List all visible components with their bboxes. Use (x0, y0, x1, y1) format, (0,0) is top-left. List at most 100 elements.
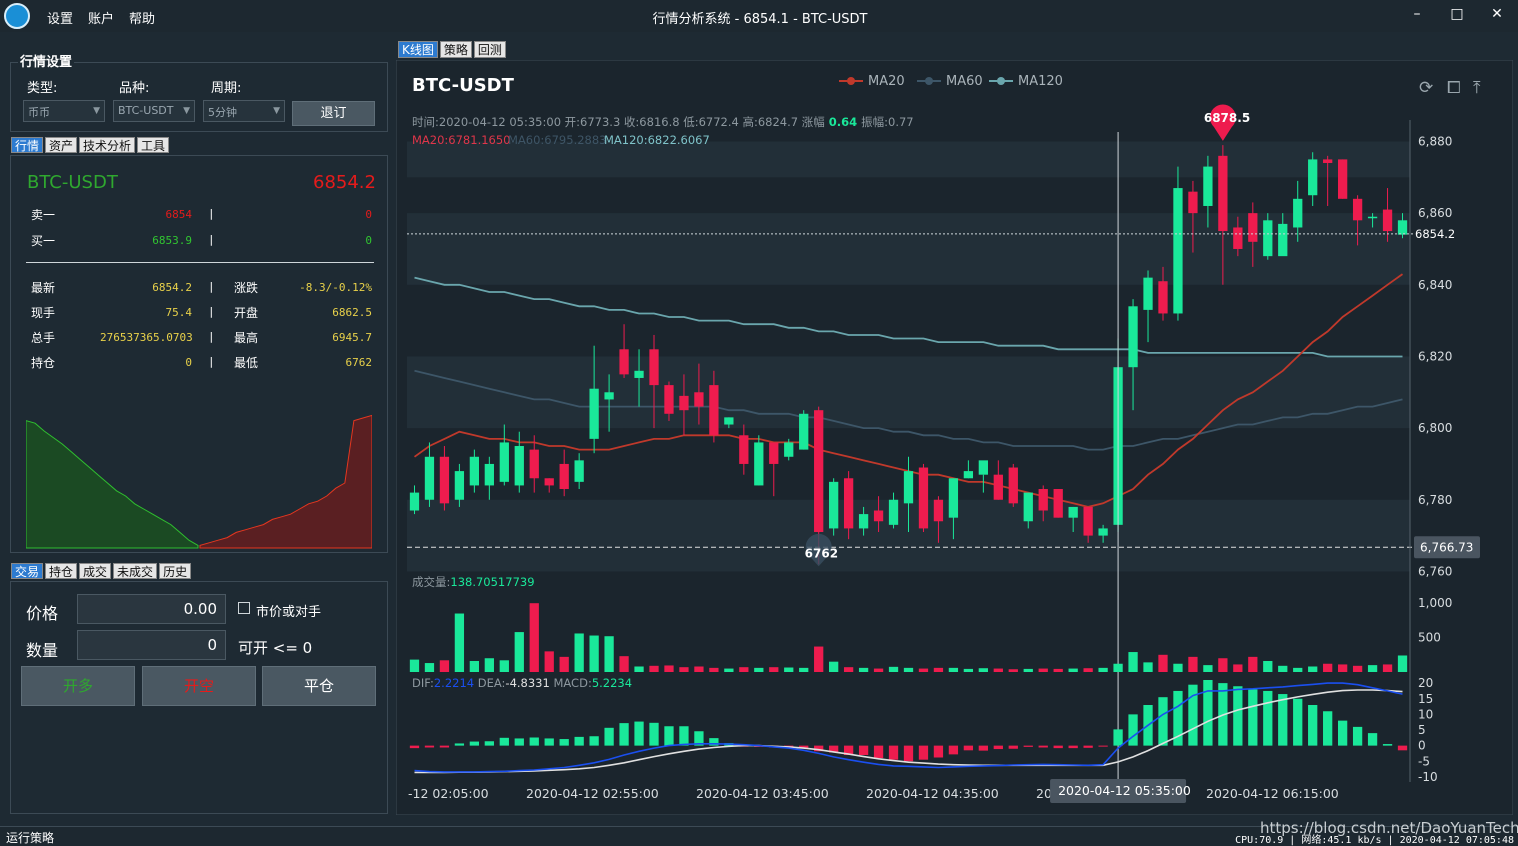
candle-body (694, 392, 704, 407)
volume-bar (918, 668, 929, 672)
macd-bar (1367, 733, 1378, 746)
volume-bar (799, 667, 809, 672)
volume-bar (1203, 665, 1213, 672)
candle-body (1337, 159, 1348, 199)
chart-tabs: K线图 策略 回测 (398, 41, 506, 58)
volume-bar (1143, 662, 1153, 672)
macd-bar (1008, 745, 1018, 749)
menu-help[interactable]: 帮助 (129, 8, 155, 27)
grid-band (407, 213, 1410, 285)
tab-history[interactable]: 历史 (159, 563, 192, 579)
minimize-button[interactable]: – (1405, 6, 1429, 22)
macd-bar (978, 745, 988, 751)
legend-ma20: MA20 (868, 74, 905, 89)
period-select[interactable]: 5分钟 ▼ (203, 100, 285, 122)
macd-bar (1337, 720, 1348, 746)
volume-bar (739, 667, 749, 672)
tab-strategy[interactable]: 策略 (439, 41, 472, 58)
volume-bar (1113, 663, 1123, 672)
divider: | (208, 280, 215, 293)
y-tick-label: 6,800 (1418, 421, 1452, 435)
info-amplitude: 振幅:0.77 (861, 115, 913, 129)
volume-bar (1098, 667, 1108, 672)
volume-bar (514, 632, 524, 672)
macd-bar (589, 736, 599, 746)
candle-body (993, 474, 1003, 500)
qty-label: 数量 (26, 641, 59, 660)
market-checkbox[interactable] (238, 602, 250, 614)
open-long-button[interactable]: 开多 (21, 666, 135, 706)
quote-divider (26, 262, 374, 263)
candle-body (1188, 191, 1198, 214)
candle-body (933, 499, 944, 522)
tab-trade[interactable]: 交易 (11, 563, 44, 579)
tab-fills[interactable]: 成交 (79, 563, 112, 579)
ask-volume: 0 (365, 208, 372, 221)
volume-bar (1023, 668, 1033, 672)
stat-label: 现手 (31, 306, 56, 320)
volume-bar (1278, 665, 1288, 672)
kline-chart[interactable]: BTC-USDT MA20 MA60 MA120 ⟳ ⧠ ⤒ 时间:2020-04-12 05… (396, 60, 1513, 815)
restore-icon: ⤒ (1473, 78, 1481, 98)
macd-macd-label: MACD: (553, 676, 591, 690)
candle-body (1382, 209, 1393, 232)
candle-body (499, 442, 509, 482)
volume-bar (1218, 658, 1228, 672)
volume-bar (679, 667, 689, 672)
candle-body (1278, 223, 1288, 257)
tab-analysis[interactable]: 技术分析 (79, 137, 136, 153)
candle-body (1397, 220, 1408, 235)
macd-bar (664, 726, 674, 746)
macd-bar (1248, 689, 1258, 746)
type-select[interactable]: 币币 ▼ (23, 100, 105, 122)
legend-ma60: MA60 (946, 74, 983, 89)
macd-bar (1263, 690, 1273, 746)
divider: | (208, 330, 215, 343)
type-select-value: 币币 (28, 106, 50, 119)
tab-tools[interactable]: 工具 (137, 137, 170, 153)
macd-bar (1053, 745, 1063, 749)
macd-bar (1203, 680, 1213, 746)
candle-body (1008, 467, 1018, 504)
candle-body (1308, 159, 1318, 196)
candle-body (649, 349, 659, 386)
candle-body (814, 410, 824, 533)
macd-bar (963, 745, 974, 751)
tab-open-orders[interactable]: 未成交 (113, 563, 158, 579)
macd-macd-value: 5.2234 (592, 676, 632, 690)
x-tick-label: 2020-04-12 06:15:00 (1206, 786, 1339, 801)
min-marker-label: 6762 (805, 546, 838, 560)
qty-input[interactable]: 0 (77, 630, 226, 660)
candle-body (888, 499, 899, 525)
maximize-button[interactable]: □ (1445, 6, 1469, 22)
close-button[interactable]: ✕ (1485, 6, 1509, 22)
menu-account[interactable]: 账户 (88, 8, 114, 27)
volume-bar (1263, 660, 1273, 672)
macd-bar (1158, 697, 1168, 746)
candle-body (439, 456, 450, 504)
period-label: 周期: (211, 81, 242, 96)
unsubscribe-button[interactable]: 退订 (292, 101, 375, 126)
volume-value: 138.70517739 (450, 575, 534, 589)
menu-settings[interactable]: 设置 (47, 8, 73, 27)
macd-bar (634, 721, 644, 746)
symbol-select[interactable]: BTC-USDT ▼ (113, 100, 195, 122)
macd-bar (409, 745, 420, 749)
y-tick-label: 6,820 (1418, 349, 1452, 363)
x-tick-label: 2020-04-12 02:55:00 (526, 786, 659, 801)
macd-dif-value: 2.2214 (434, 676, 478, 690)
tab-kline[interactable]: K线图 (398, 41, 438, 58)
price-input[interactable]: 0.00 (77, 594, 226, 624)
candle-body (559, 463, 569, 490)
candle-body (739, 435, 749, 464)
candle-body (1233, 227, 1243, 249)
open-short-button[interactable]: 开空 (142, 666, 256, 706)
volume-bar (724, 668, 734, 672)
tab-backtest[interactable]: 回测 (473, 41, 506, 58)
macd-bar (948, 745, 959, 755)
tab-quote[interactable]: 行情 (11, 137, 44, 153)
close-position-button[interactable]: 平仓 (262, 666, 376, 706)
tab-positions[interactable]: 持仓 (45, 563, 78, 579)
candle-body (858, 514, 869, 529)
tab-assets[interactable]: 资产 (45, 137, 78, 153)
